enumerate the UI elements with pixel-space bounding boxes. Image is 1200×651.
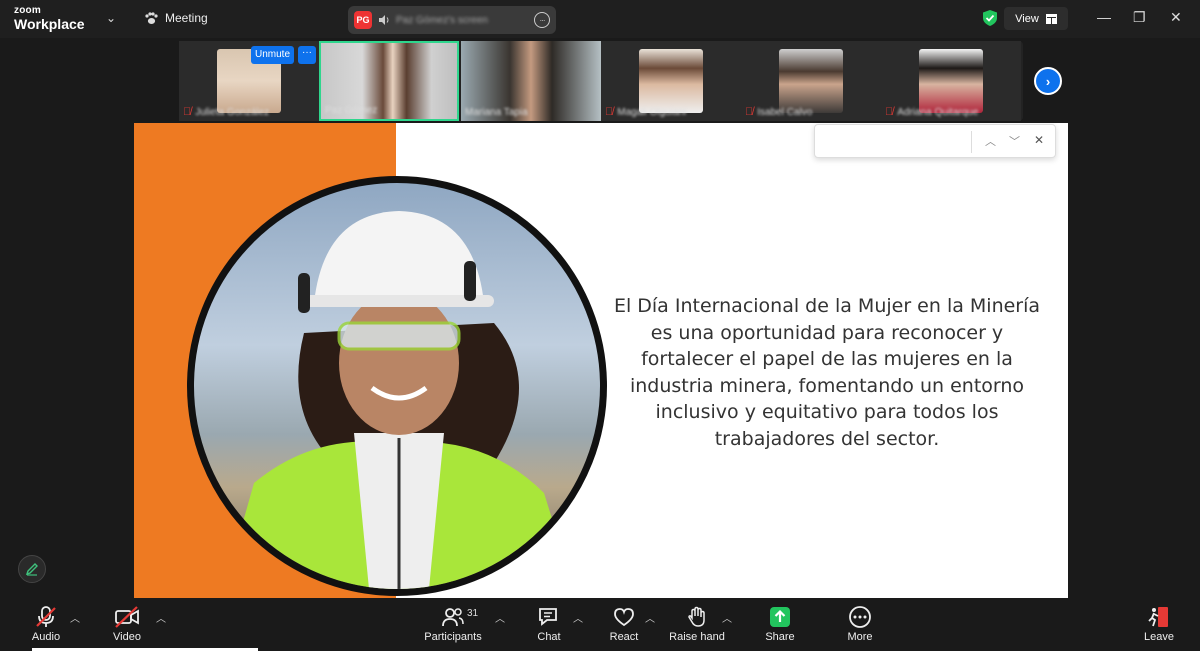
chat-icon [539, 608, 557, 626]
sharing-text: Paz Gómez's screen [396, 14, 488, 26]
participant-tile[interactable]: Mariana Tapia [461, 41, 601, 121]
participants-button[interactable]: Participants [422, 599, 484, 651]
participant-tile[interactable]: 🎙̸ Adriana Quitarque [881, 41, 1021, 121]
view-label: View [1015, 12, 1039, 25]
video-button[interactable]: Video [110, 599, 144, 651]
find-separator [971, 131, 972, 153]
shield-icon[interactable] [982, 9, 998, 27]
leave-door-icon [1148, 607, 1168, 627]
chat-button[interactable]: Chat [534, 599, 564, 651]
audio-label: Audio [31, 631, 61, 643]
meeting-menu[interactable]: Meeting [144, 11, 208, 25]
chevron-down-icon[interactable]: ⌄ [106, 11, 116, 25]
close-find-icon[interactable]: ✕ [1034, 133, 1044, 147]
audio-options-caret[interactable]: ︿ [70, 610, 80, 625]
logo-zoom: zoom [14, 5, 41, 16]
more-icon [849, 606, 871, 628]
chat-options-caret[interactable]: ︿ [573, 610, 583, 625]
participants-icon [442, 608, 464, 627]
mic-muted-icon: 🎙̸ [605, 106, 614, 118]
react-button[interactable]: React [608, 599, 640, 651]
participant-name: Mariana Tapia [465, 107, 528, 118]
chevron-down-icon[interactable]: ﹀ [1009, 133, 1020, 149]
participant-name: Isabel Calvo [757, 106, 813, 118]
raise-hand-icon [688, 606, 705, 627]
participant-tile-active[interactable]: Paz Gómez [319, 41, 459, 121]
slide-photo-miner [187, 176, 607, 596]
react-options-caret[interactable]: ︿ [645, 610, 655, 625]
miner-illustration [224, 211, 574, 589]
participant-video [639, 49, 703, 113]
chat-label: Chat [537, 631, 561, 643]
speaker-icon [379, 15, 389, 25]
meeting-toolbar: Audio ︿ Video ︿ Participants 31 ︿ Chat ︿… [0, 599, 1200, 651]
video-label: Video [113, 631, 141, 643]
mic-muted-icon: 🎙̸ [183, 106, 192, 118]
participant-name-tag: 🎙̸ Julieta González [183, 106, 269, 118]
zoom-window: zoom Workplace ⌄ Meeting PG Paz Gómez's … [0, 0, 1200, 651]
more-options-icon[interactable]: ··· [534, 12, 550, 28]
share-button[interactable]: Share [764, 599, 796, 651]
participant-name: Adriana Quitarque [897, 106, 979, 118]
leave-button[interactable]: Leave [1142, 599, 1176, 651]
participants-label: Participants [424, 631, 482, 643]
find-bar[interactable]: ︿ ﹀ ✕ [814, 124, 1056, 158]
meeting-label: Meeting [165, 11, 208, 25]
audio-button[interactable]: Audio [28, 599, 64, 651]
raise-hand-options-caret[interactable]: ︿ [722, 610, 732, 625]
view-button[interactable]: View [1004, 7, 1068, 30]
annotate-pencil-icon[interactable] [18, 555, 46, 583]
sharing-indicator[interactable]: PG Paz Gómez's screen ··· [348, 6, 556, 34]
minimize-icon[interactable]: — [1097, 9, 1111, 25]
grid-view-icon [1045, 13, 1057, 24]
participants-count: 31 [467, 608, 479, 619]
participant-tile[interactable]: 🎙̸ Isabel Calvo [741, 41, 881, 121]
participant-name-tag: 🎙̸ Isabel Calvo [745, 106, 812, 118]
slide-body-text: El Día Internacional de la Mujer en la M… [613, 295, 1041, 450]
participant-name-tag: Paz Gómez [325, 105, 377, 116]
more-button[interactable]: More [844, 599, 876, 651]
zoom-logo: zoom Workplace [14, 5, 85, 32]
next-page-arrow-icon[interactable]: › [1034, 67, 1062, 95]
react-label: React [609, 631, 639, 643]
participants-options-caret[interactable]: ︿ [495, 610, 505, 625]
title-bar: zoom Workplace ⌄ Meeting PG Paz Gómez's … [0, 0, 1200, 38]
restore-icon[interactable]: ❐ [1133, 9, 1146, 26]
participant-name: Julieta González [195, 106, 270, 118]
participant-video [919, 49, 983, 113]
mic-muted-icon: 🎙̸ [885, 106, 894, 118]
participant-video [779, 49, 843, 113]
participant-name-tag: 🎙̸ Adriana Quitarque [885, 106, 978, 118]
chevron-up-icon[interactable]: ︿ [985, 133, 996, 149]
participant-tile[interactable]: 🎙̸ Magali Olguiani [601, 41, 741, 121]
participant-name-tag: 🎙̸ Magali Olguiani [605, 106, 686, 118]
close-icon[interactable]: ✕ [1170, 9, 1182, 26]
leave-label: Leave [1144, 631, 1174, 643]
presenter-avatar: PG [354, 11, 372, 29]
mic-muted-icon [36, 606, 56, 627]
video-off-icon [115, 606, 139, 628]
logo-workplace: Workplace [14, 16, 85, 32]
mic-muted-icon: 🎙̸ [745, 106, 754, 118]
participant-name-tag: Mariana Tapia [465, 107, 528, 118]
unmute-button[interactable]: Unmute [251, 46, 295, 64]
raise-hand-label: Raise hand [669, 631, 725, 643]
video-options-caret[interactable]: ︿ [156, 610, 166, 625]
more-label: More [847, 631, 873, 643]
heart-icon [614, 608, 634, 627]
paw-icon [145, 11, 158, 24]
shared-screen-slide: El Día Internacional de la Mujer en la M… [134, 123, 1068, 598]
share-screen-icon [770, 607, 790, 627]
share-label: Share [765, 631, 795, 643]
participant-name: Magali Olguiani [617, 106, 687, 118]
tile-more-button[interactable]: ··· [298, 46, 316, 64]
participant-name: Paz Gómez [325, 105, 378, 116]
raise-hand-button[interactable]: Raise hand [668, 599, 726, 651]
